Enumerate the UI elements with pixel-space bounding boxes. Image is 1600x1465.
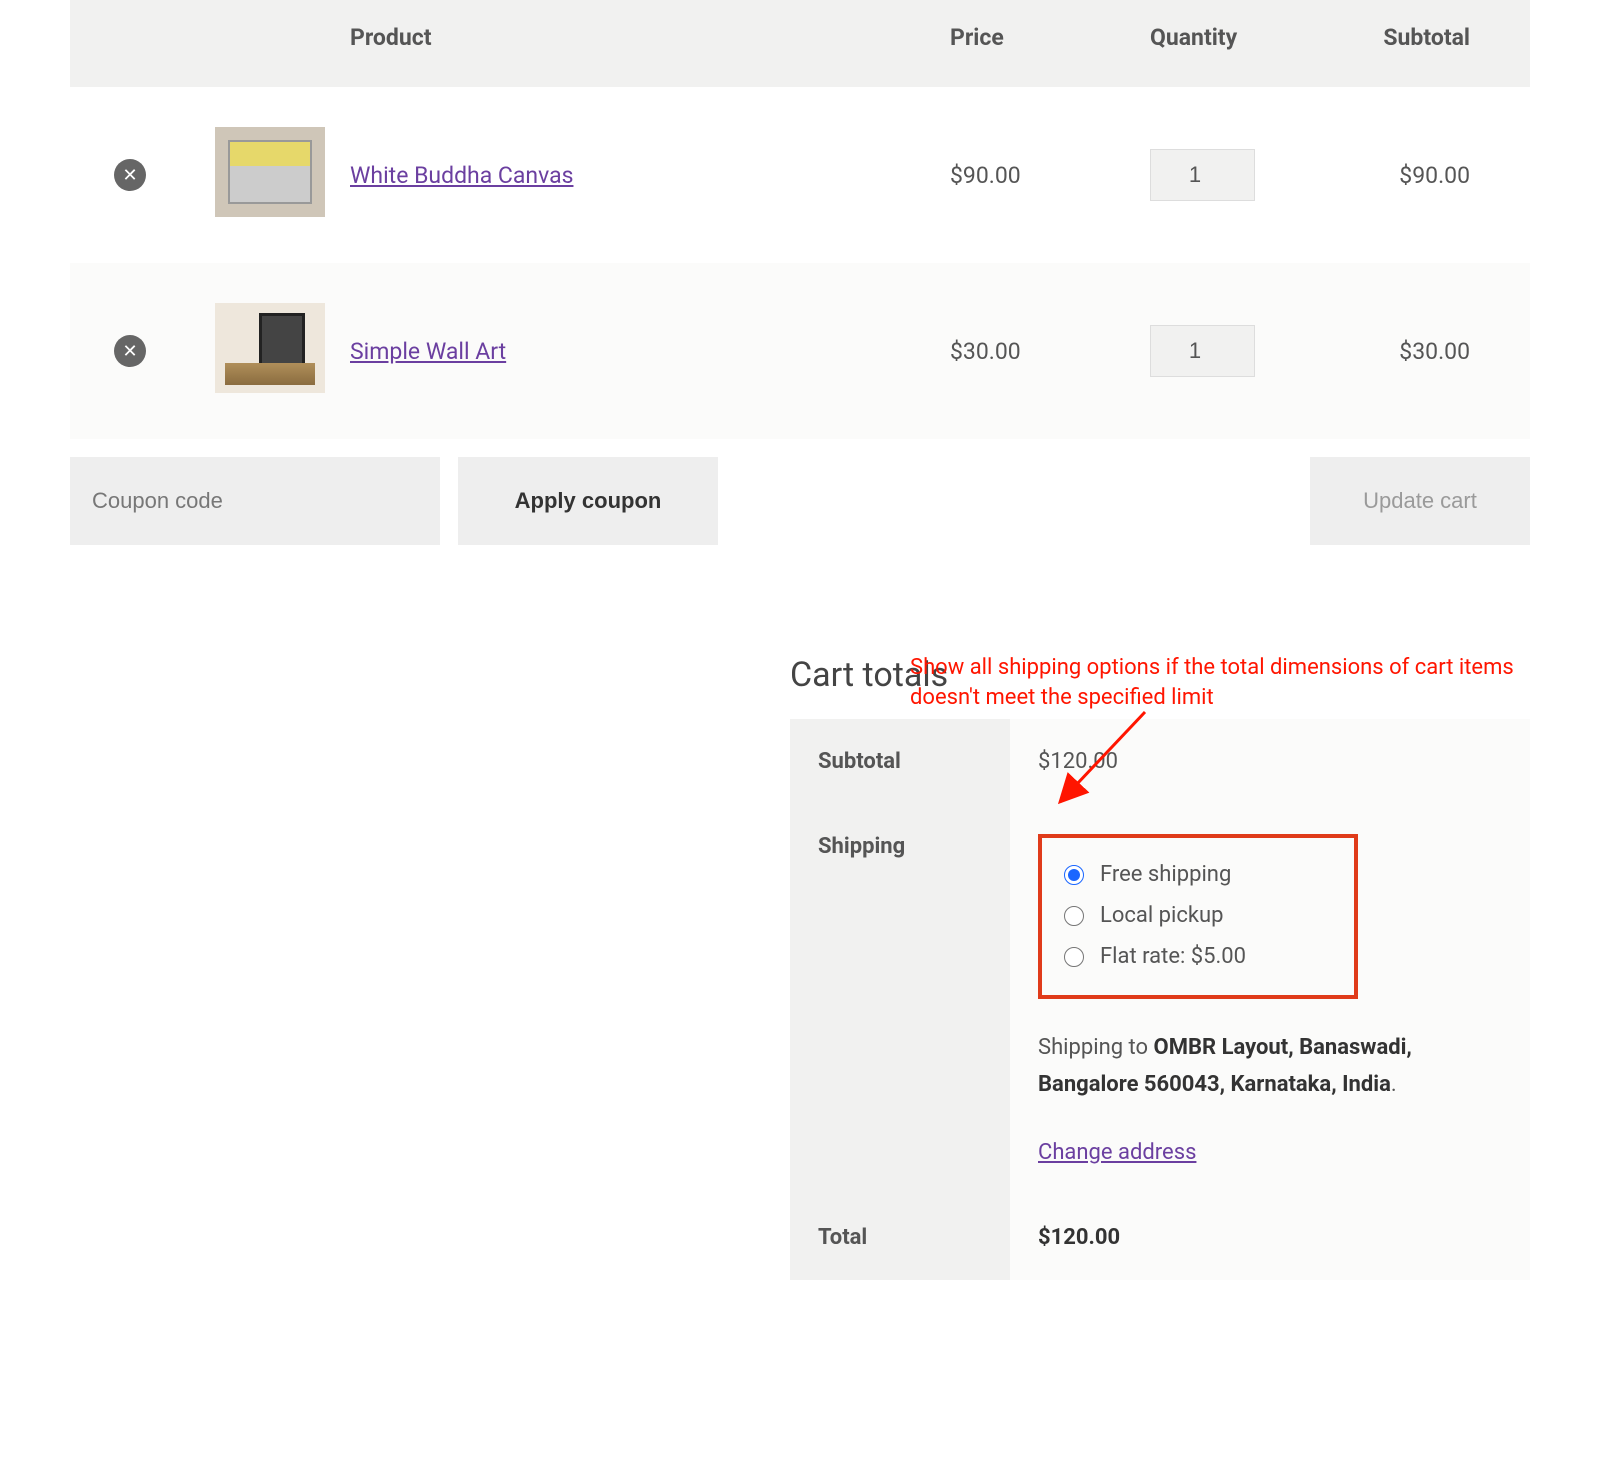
item-price: $30.00 [930,263,1130,439]
shipping-options-box: Free shipping Local pickup Flat rate: $5… [1038,834,1358,999]
cart-totals-table: Subtotal $120.00 Shipping Free shipping … [790,719,1530,1280]
close-icon: ✕ [122,166,137,184]
item-subtotal: $90.00 [1330,87,1530,263]
item-price: $90.00 [930,87,1130,263]
col-thumb [190,0,350,87]
remove-item-button[interactable]: ✕ [114,159,146,191]
remove-item-button[interactable]: ✕ [114,335,146,367]
shipping-radio-free[interactable] [1064,865,1084,885]
shipping-option-local[interactable]: Local pickup [1064,895,1332,936]
shipping-option-label: Local pickup [1100,903,1224,928]
shipping-option-free[interactable]: Free shipping [1064,854,1332,895]
table-row: ✕ Simple Wall Art $30.00 $30.00 [70,263,1530,439]
col-price-header: Price [930,0,1130,87]
col-subtotal-header: Subtotal [1330,0,1530,87]
update-cart-button[interactable]: Update cart [1310,457,1530,545]
totals-total-value: $120.00 [1038,1225,1120,1250]
col-remove [70,0,190,87]
quantity-input[interactable] [1150,149,1255,201]
col-product-header: Product [350,0,930,87]
shipping-option-label: Flat rate: $5.00 [1100,944,1246,969]
quantity-input[interactable] [1150,325,1255,377]
shipping-radio-local[interactable] [1064,906,1084,926]
product-thumbnail[interactable] [215,127,325,217]
apply-coupon-button[interactable]: Apply coupon [458,457,718,545]
product-thumbnail[interactable] [215,303,325,393]
shipping-option-label: Free shipping [1100,862,1231,887]
shipping-to: Shipping to OMBR Layout, Banaswadi, Bang… [1038,1029,1502,1104]
shipping-to-suffix: . [1391,1072,1397,1097]
cart-table: Product Price Quantity Subtotal ✕ White … [70,0,1530,545]
table-row: ✕ White Buddha Canvas $90.00 $90.00 [70,87,1530,263]
product-link[interactable]: White Buddha Canvas [350,162,573,189]
col-qty-header: Quantity [1130,0,1330,87]
shipping-option-flat[interactable]: Flat rate: $5.00 [1064,936,1332,977]
annotation-text: Show all shipping options if the total d… [910,653,1530,712]
totals-subtotal-value: $120.00 [1010,719,1530,804]
shipping-to-prefix: Shipping to [1038,1035,1154,1060]
shipping-radio-flat[interactable] [1064,947,1084,967]
totals-shipping-label: Shipping [790,804,1010,1195]
totals-subtotal-label: Subtotal [790,719,1010,804]
item-subtotal: $30.00 [1330,263,1530,439]
product-link[interactable]: Simple Wall Art [350,338,506,365]
totals-total-label: Total [790,1195,1010,1280]
close-icon: ✕ [122,342,137,360]
change-address-link[interactable]: Change address [1038,1140,1196,1165]
coupon-input[interactable] [70,457,440,545]
